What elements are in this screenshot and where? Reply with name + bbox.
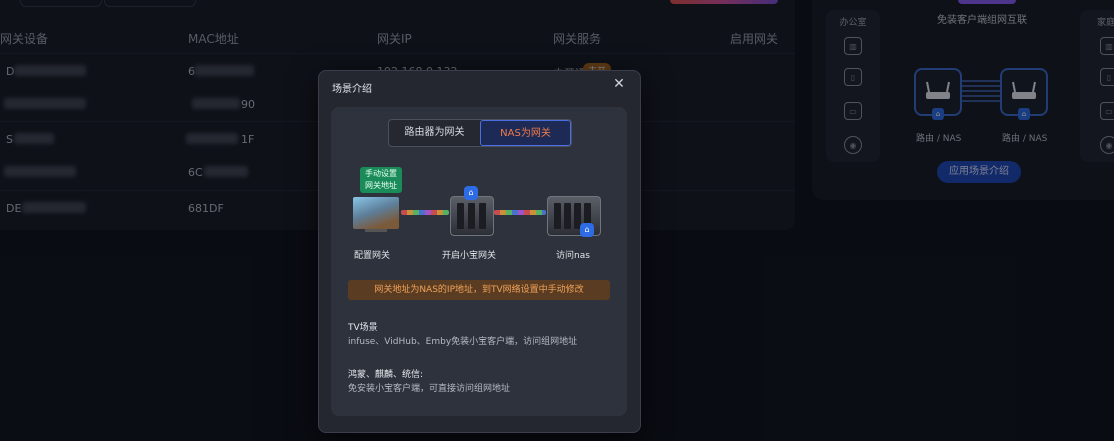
hint-line-2: 网关地址 (365, 181, 397, 190)
gateway-info-banner: 网关地址为NAS的IP地址，到TV网络设置中手动修改 (348, 280, 610, 300)
modal-content-card: 路由器为网关 NAS为网关 手动设置 网关地址 ⌂ ⌂ 配置网关 开启小宝网关 … (331, 107, 627, 416)
connection-line (494, 210, 546, 215)
manual-gateway-hint: 手动设置 网关地址 (360, 167, 402, 193)
tv-icon (353, 197, 399, 229)
nas-bay (457, 203, 464, 229)
tab-nas-gateway[interactable]: NAS为网关 (480, 120, 571, 146)
nas-bay (468, 203, 475, 229)
scenario-intro-modal: 场景介绍 ✕ 路由器为网关 NAS为网关 手动设置 网关地址 ⌂ ⌂ 配置网关 (318, 70, 641, 433)
nas-bay (564, 203, 571, 229)
xiaobao-badge-icon: ⌂ (580, 223, 594, 237)
section-tv-text: infuse、VidHub、Emby免装小宝客户端，访问组网地址 (348, 337, 578, 347)
tab-router-gateway[interactable]: 路由器为网关 (389, 120, 480, 146)
section-os-title: 鸿蒙、麒麟、统信: (348, 370, 424, 380)
connection-line (401, 210, 449, 215)
step-enable-gateway: 开启小宝网关 (442, 251, 497, 261)
nas-bay (554, 203, 561, 229)
close-icon[interactable]: ✕ (611, 76, 627, 92)
modal-title: 场景介绍 (332, 84, 372, 95)
nas-device-icon (450, 196, 494, 236)
section-os-text: 免安装小宝客户端，可直接访问组网地址 (348, 384, 511, 394)
hint-line-1: 手动设置 (365, 169, 397, 178)
step-access-nas: 访问nas (556, 251, 590, 261)
gateway-mode-tabs: 路由器为网关 NAS为网关 (388, 119, 572, 147)
tv-stand (365, 229, 387, 232)
section-tv-title: TV场景 (348, 323, 378, 333)
xiaobao-badge-icon: ⌂ (464, 186, 478, 200)
step-configure-gateway: 配置网关 (354, 251, 391, 261)
nas-bay (479, 203, 486, 229)
